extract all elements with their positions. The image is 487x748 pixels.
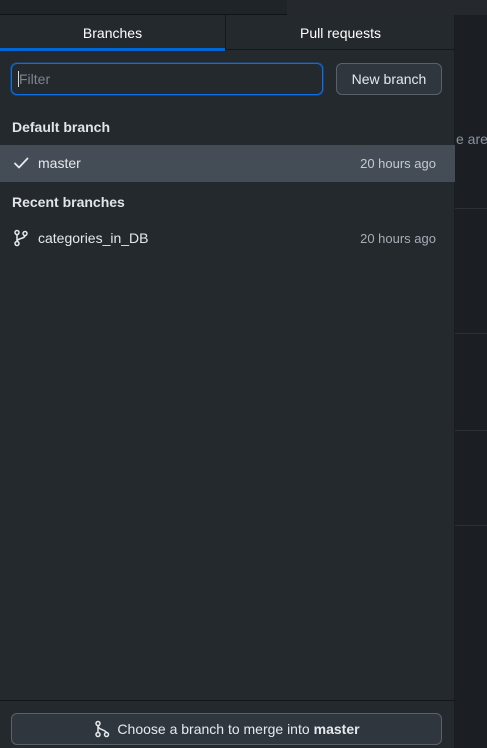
- filter-input[interactable]: [11, 63, 323, 95]
- branch-time: 20 hours ago: [360, 156, 436, 171]
- list-divider: [455, 430, 487, 431]
- branch-name: master: [38, 155, 81, 171]
- check-icon: [12, 154, 30, 172]
- dropdown-footer: Choose a branch to merge into master: [0, 700, 455, 748]
- branch-row-categories-in-db[interactable]: categories_in_DB 20 hours ago: [0, 220, 455, 257]
- list-divider: [455, 333, 487, 334]
- recent-branches-header: Recent branches: [12, 194, 125, 210]
- text-caret: [18, 71, 19, 87]
- merge-branch-icon: [93, 720, 111, 738]
- tab-pull-requests[interactable]: Pull requests: [226, 15, 455, 50]
- merge-target-branch: master: [313, 721, 360, 737]
- branch-icon: [12, 229, 30, 247]
- merge-into-branch-button[interactable]: Choose a branch to merge into master: [11, 713, 442, 745]
- background-text: e are s: [456, 131, 487, 147]
- branch-tabs: Branches Pull requests: [0, 15, 455, 51]
- merge-button-label: Choose a branch to merge into: [117, 721, 310, 737]
- tab-branches[interactable]: Branches: [0, 15, 226, 51]
- app-top-bar-right: [287, 0, 487, 15]
- list-divider: [455, 208, 487, 209]
- branch-name: categories_in_DB: [38, 230, 149, 246]
- branch-time: 20 hours ago: [360, 231, 436, 246]
- app-background-list: [455, 15, 487, 748]
- branch-row-master[interactable]: master 20 hours ago: [0, 145, 455, 182]
- new-branch-button[interactable]: New branch: [336, 63, 442, 95]
- list-divider: [455, 525, 487, 526]
- default-branch-header: Default branch: [12, 119, 111, 135]
- branch-dropdown-panel: Branches Pull requests New branch Defaul…: [0, 15, 455, 748]
